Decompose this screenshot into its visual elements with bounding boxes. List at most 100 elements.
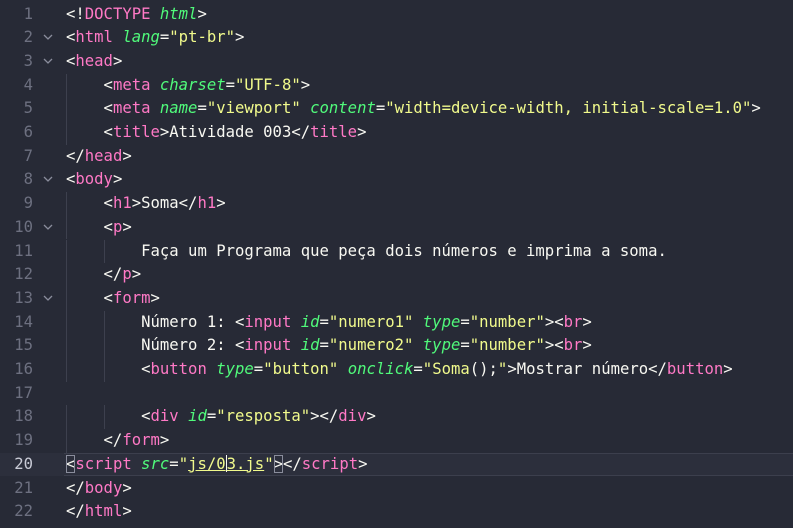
chevron-down-icon[interactable] xyxy=(42,221,58,233)
code-text[interactable]: </p> xyxy=(104,263,142,287)
tag-name-token: br xyxy=(563,312,583,331)
code-line[interactable]: 5 <meta name="viewport" content="width=de… xyxy=(0,97,793,121)
line-number[interactable]: 11 xyxy=(0,240,33,264)
line-number[interactable]: 6 xyxy=(0,121,33,145)
string-token: "UTF-8" xyxy=(235,75,301,94)
punctuation-token xyxy=(291,313,300,331)
code-line[interactable]: 15 Número 2: <input id="numero2" type="nu… xyxy=(0,334,793,358)
code-text[interactable]: <title>Atividade 003</title> xyxy=(104,121,367,145)
line-number[interactable]: 3 xyxy=(0,50,33,74)
string-token: "pt-br" xyxy=(169,28,236,47)
line-number[interactable]: 9 xyxy=(0,192,33,216)
line-number[interactable]: 4 xyxy=(0,74,33,98)
punctuation-token: < xyxy=(103,217,113,236)
code-text[interactable]: Número 1: <input id="numero1" type="numb… xyxy=(141,311,592,335)
string-token: "number" xyxy=(469,336,545,355)
string-token: 3.js xyxy=(226,454,265,473)
chevron-down-icon[interactable] xyxy=(42,173,58,185)
code-text[interactable]: </head> xyxy=(66,145,132,169)
line-number[interactable]: 1 xyxy=(0,3,33,27)
code-line[interactable]: 20 <script src="js/03.js"></script> xyxy=(0,452,793,477)
tag-name-token: meta xyxy=(112,99,151,118)
punctuation-token: > xyxy=(582,336,592,355)
code-text[interactable]: <html lang="pt-br"> xyxy=(66,26,244,50)
line-number[interactable]: 7 xyxy=(0,145,33,169)
punctuation-token xyxy=(301,99,310,117)
code-line[interactable]: 7 </head> xyxy=(0,145,793,169)
code-line[interactable]: 2 <html lang="pt-br"> xyxy=(0,26,793,50)
punctuation-token: Número 2: xyxy=(141,336,235,355)
code-text[interactable]: <meta name="viewport" content="width=dev… xyxy=(104,97,761,121)
line-number[interactable]: 16 xyxy=(0,358,33,382)
code-text[interactable]: </form> xyxy=(104,429,170,453)
punctuation-token: > xyxy=(723,360,733,378)
line-number[interactable]: 10 xyxy=(0,216,33,240)
code-text[interactable]: Número 2: <input id="numero2" type="numb… xyxy=(141,334,592,358)
code-line[interactable]: 17 xyxy=(0,382,793,406)
code-text[interactable]: <!DOCTYPE html> xyxy=(66,3,207,27)
line-number[interactable]: 8 xyxy=(0,168,33,192)
line-number[interactable]: 14 xyxy=(0,311,33,335)
code-editor[interactable]: 1 <!DOCTYPE html> 2 <html lang="pt-br"> 3 <he… xyxy=(0,0,793,528)
line-number[interactable]: 17 xyxy=(0,382,33,406)
code-text[interactable]: <p> xyxy=(104,216,132,240)
code-line[interactable]: 4 <meta charset="UTF-8"> xyxy=(0,73,793,98)
code-text[interactable]: </body> xyxy=(66,477,132,501)
tag-name-token: p xyxy=(112,217,123,236)
punctuation-token: > xyxy=(122,146,132,165)
code-line[interactable]: 21 </body> xyxy=(0,477,793,501)
tag-name-token: html xyxy=(75,28,113,47)
attribute-name-token: id xyxy=(188,407,207,426)
code-line[interactable]: 3 <head> xyxy=(0,50,793,74)
code-text[interactable]: <form> xyxy=(104,287,160,311)
code-line[interactable]: 9 <h1>Soma</h1> xyxy=(0,192,793,216)
code-line[interactable]: 6 <title>Atividade 003</title> xyxy=(0,121,793,145)
line-number[interactable]: 19 xyxy=(0,429,33,453)
punctuation-token xyxy=(179,407,188,425)
punctuation-token: = xyxy=(197,99,207,118)
punctuation-token: > xyxy=(131,265,142,284)
code-text[interactable]: <h1>Soma</h1> xyxy=(104,192,226,216)
punctuation-token xyxy=(151,99,160,117)
string-token: " xyxy=(497,360,508,378)
code-line[interactable]: 18 <div id="resposta"></div> xyxy=(0,405,793,430)
code-line[interactable]: 13 <form> xyxy=(0,286,793,311)
code-line[interactable]: 1 <!DOCTYPE html> xyxy=(0,3,793,27)
tag-name-token: input xyxy=(244,312,292,331)
line-number[interactable]: 21 xyxy=(0,477,33,501)
punctuation-token xyxy=(413,313,422,331)
code-line[interactable]: 8 <body> xyxy=(0,168,793,192)
line-number[interactable]: 13 xyxy=(0,287,33,311)
line-number[interactable]: 18 xyxy=(0,405,33,429)
code-text[interactable]: <button type="button" onclick="Soma();">… xyxy=(141,358,733,382)
code-text[interactable]: </html> xyxy=(66,500,132,524)
chevron-down-icon[interactable] xyxy=(42,31,58,43)
punctuation-token: < xyxy=(141,360,151,378)
code-text[interactable]: <meta charset="UTF-8"> xyxy=(104,74,311,98)
code-text[interactable]: Faça um Programa que peça dois números e… xyxy=(141,240,667,264)
chevron-down-icon[interactable] xyxy=(42,55,58,67)
line-number[interactable]: 22 xyxy=(0,500,33,524)
indent-guide xyxy=(66,429,67,453)
line-number[interactable]: 2 xyxy=(0,26,33,50)
code-line[interactable]: 14 Número 1: <input id="numero1" type="nu… xyxy=(0,310,793,335)
code-text[interactable]: <body> xyxy=(66,168,122,192)
punctuation-token: = xyxy=(460,336,470,355)
code-line[interactable]: 19 </form> xyxy=(0,429,793,453)
code-line[interactable]: 11 Faça um Programa que peça dois números… xyxy=(0,239,793,264)
code-line[interactable]: 22 </html> xyxy=(0,500,793,524)
punctuation-token: < xyxy=(103,194,113,213)
line-number[interactable]: 5 xyxy=(0,97,33,121)
code-line[interactable]: 12 </p> xyxy=(0,263,793,287)
code-line[interactable]: 10 <p> xyxy=(0,215,793,240)
line-number[interactable]: 20 xyxy=(0,453,33,477)
line-number[interactable]: 12 xyxy=(0,263,33,287)
indent-guide xyxy=(103,310,105,335)
code-text[interactable]: <head> xyxy=(66,50,122,74)
tag-name-token: form xyxy=(112,288,151,307)
chevron-down-icon[interactable] xyxy=(42,292,58,304)
code-text[interactable]: <div id="resposta"></div> xyxy=(141,405,376,429)
code-text[interactable]: <script src="js/03.js"></script> xyxy=(66,453,368,477)
code-line[interactable]: 16 <button type="button" onclick="Soma();… xyxy=(0,358,793,382)
line-number[interactable]: 15 xyxy=(0,334,33,358)
